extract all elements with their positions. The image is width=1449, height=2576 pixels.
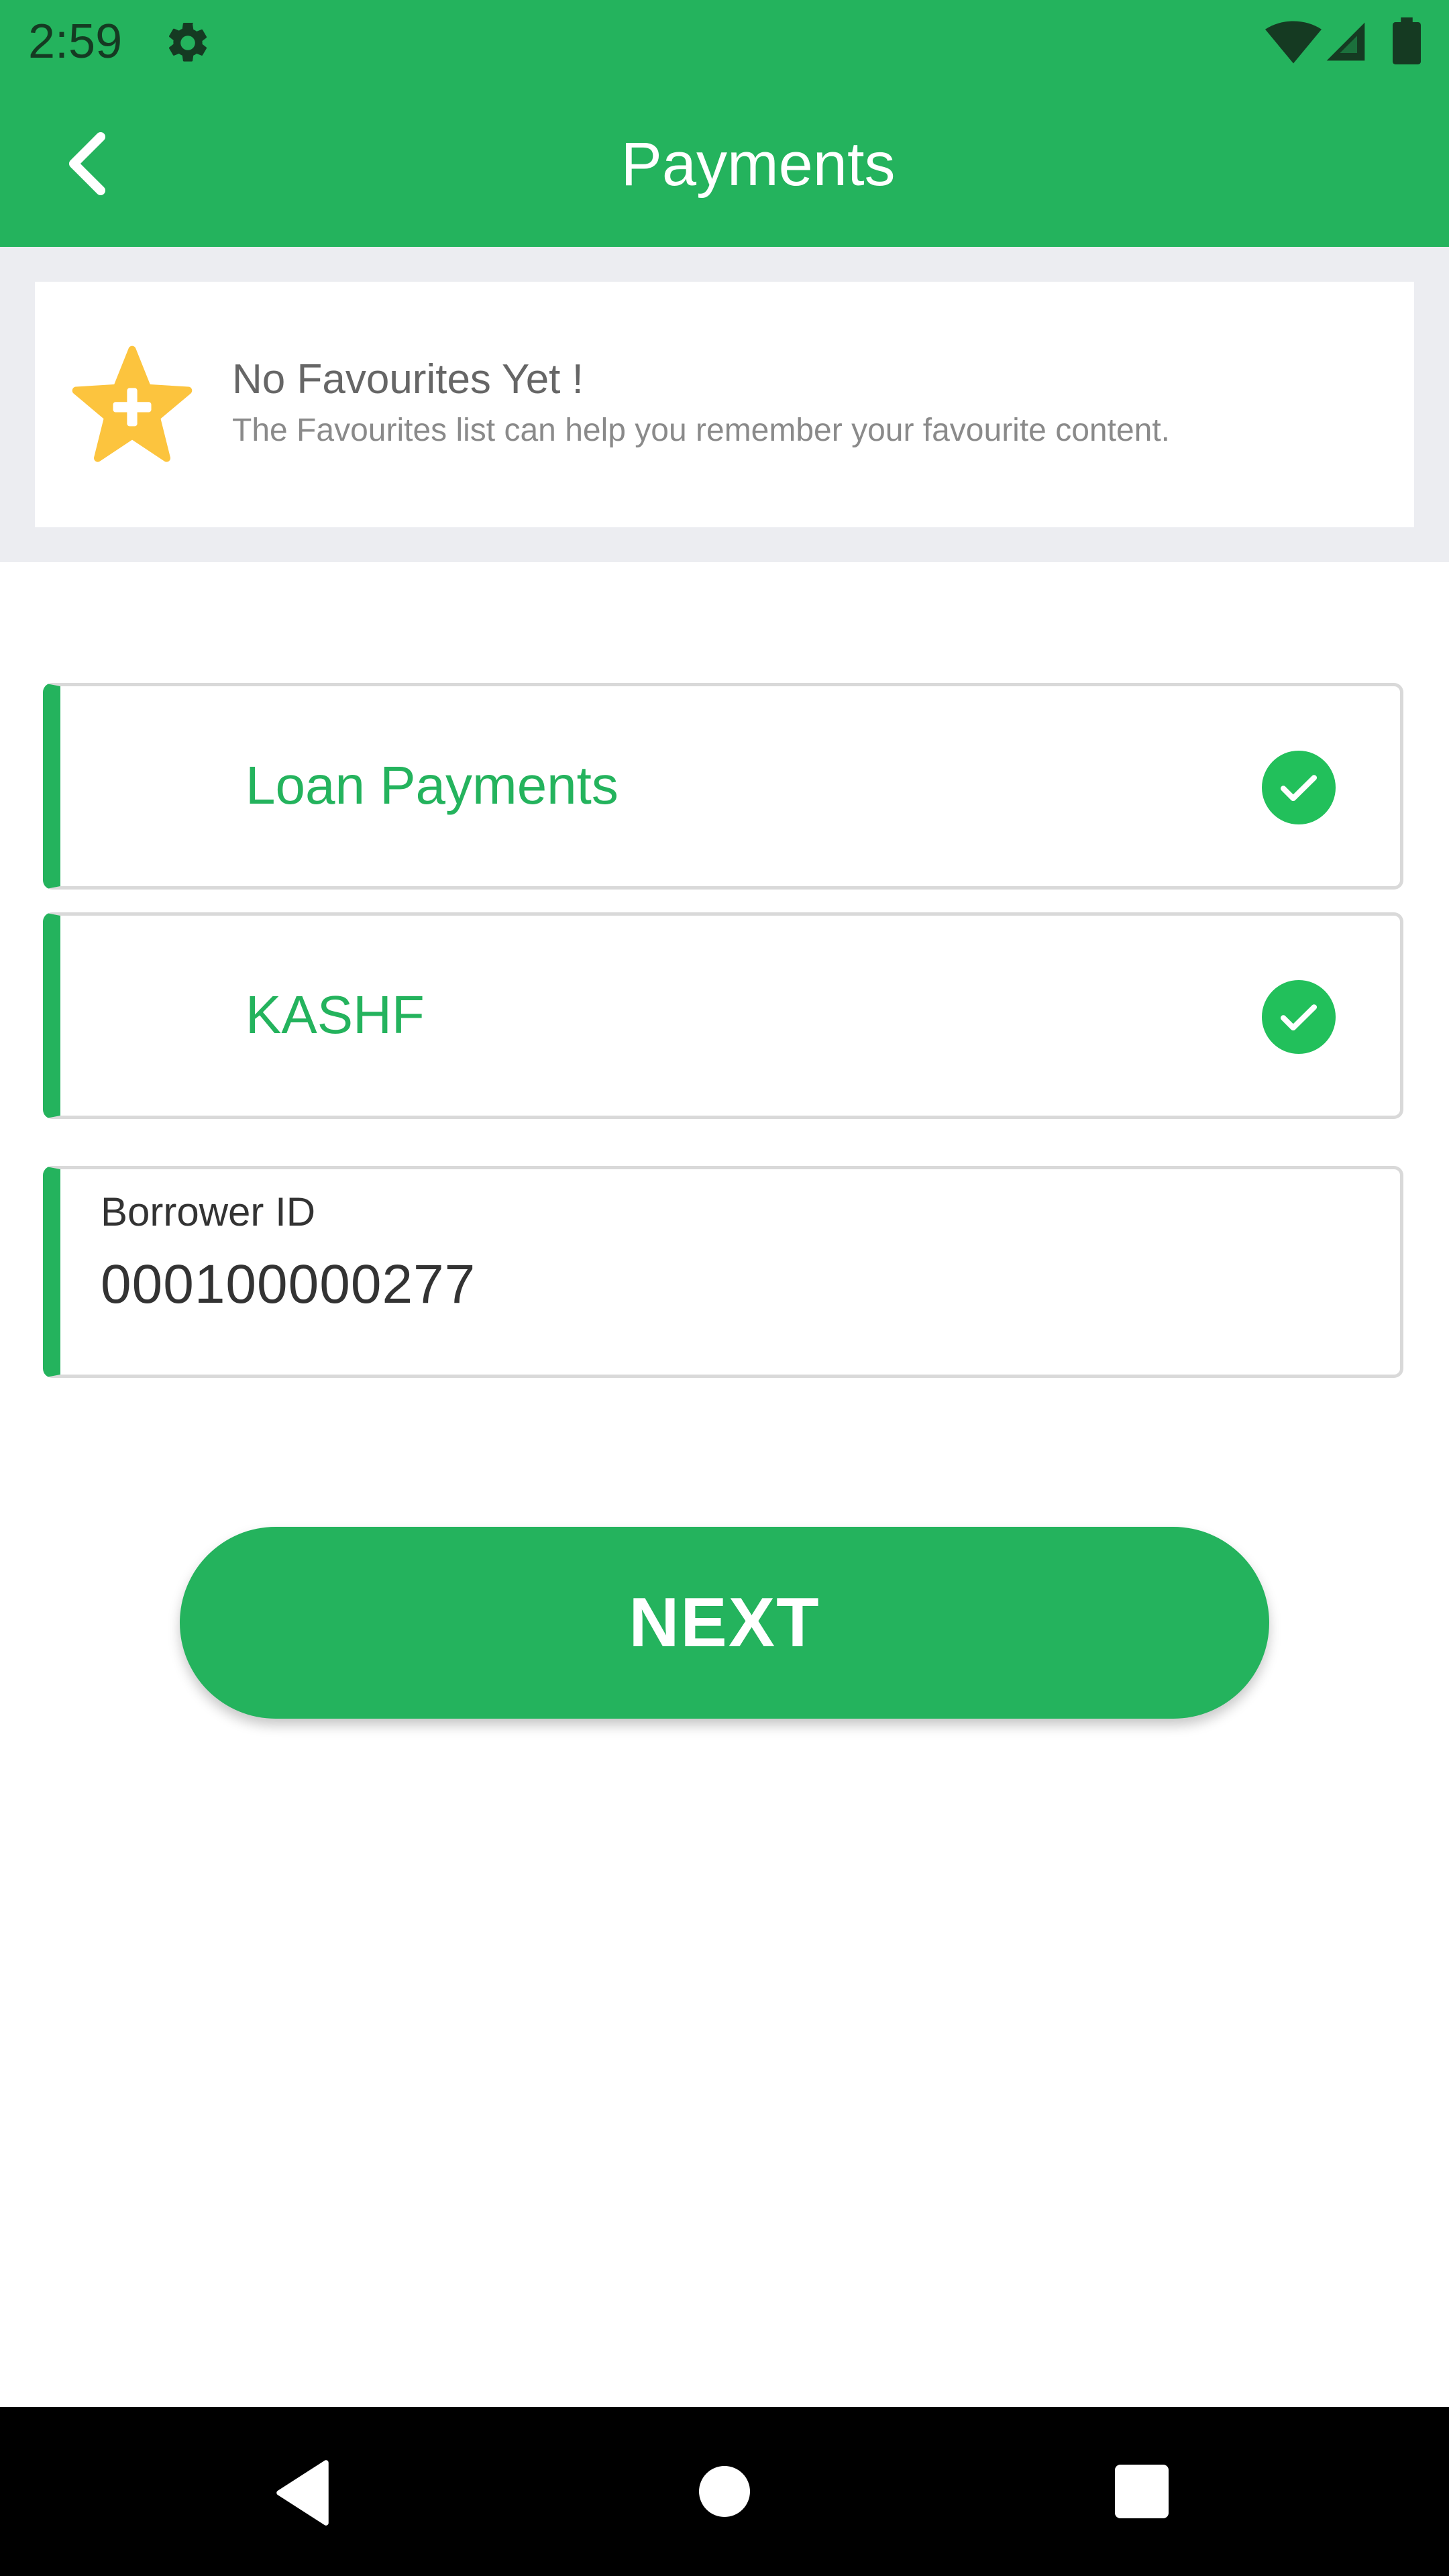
option-label: Loan Payments (246, 755, 619, 815)
system-nav-bar (0, 2407, 1449, 2576)
check-circle-icon (1262, 980, 1336, 1054)
favourites-subtitle: The Favourites list can help you remembe… (232, 413, 1170, 448)
wifi-icon (1265, 21, 1322, 64)
status-time: 2:59 (28, 15, 123, 68)
favourites-title: No Favourites Yet ! (232, 356, 584, 402)
page-title: Payments (621, 130, 896, 199)
recents-square-icon[interactable] (1115, 2465, 1169, 2518)
app-toolbar: Payments (0, 83, 1449, 247)
option-loan-payments[interactable]: Loan Payments (43, 683, 1403, 890)
favourites-empty-card: No Favourites Yet ! The Favourites list … (35, 282, 1414, 527)
borrower-id-label: Borrower ID (101, 1189, 316, 1234)
gear-icon (168, 22, 207, 62)
status-bar: 2:59 (0, 0, 1449, 83)
back-triangle-icon[interactable] (272, 2459, 333, 2526)
star-plus-icon (72, 345, 193, 462)
borrower-id-value[interactable]: 000100000277 (101, 1251, 476, 1318)
cell-signal-icon (1326, 22, 1365, 61)
option-label: KASHF (246, 985, 425, 1044)
favourites-section: No Favourites Yet ! The Favourites list … (0, 247, 1449, 562)
option-kashf[interactable]: KASHF (43, 912, 1403, 1119)
home-circle-icon[interactable] (699, 2466, 750, 2517)
battery-icon (1393, 17, 1421, 64)
check-circle-icon (1262, 751, 1336, 824)
borrower-id-field[interactable]: Borrower ID 000100000277 (43, 1166, 1403, 1378)
next-button[interactable]: NEXT (180, 1527, 1269, 1719)
